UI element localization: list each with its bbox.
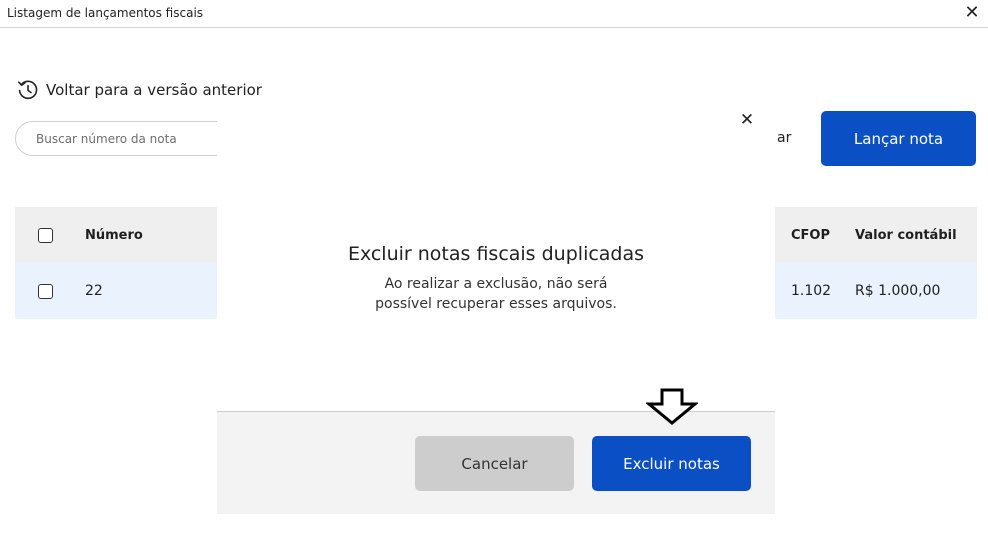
dialog-footer: Cancelar Excluir notas [217,411,775,514]
delete-notes-button[interactable]: Excluir notas [592,436,751,491]
row-select-cell [38,263,53,319]
header-cfop[interactable]: CFOP [791,207,830,263]
row-cfop: 1.102 [791,283,832,299]
dialog-close-icon[interactable]: ✕ [737,110,757,130]
back-to-previous-version-link[interactable]: Voltar para a versão anterior [16,78,262,102]
cancel-button[interactable]: Cancelar [415,436,574,491]
select-all-cell [38,207,53,263]
row-valor-contabil: R$ 1.000,00 [855,283,941,299]
down-arrow-icon [646,388,698,425]
header-valor-contabil[interactable]: Valor contábil [855,207,957,263]
dialog-description: Ao realizar a exclusão, não será possíve… [375,276,617,312]
delete-duplicates-dialog: ✕ Excluir notas fiscais duplicadas Ao re… [217,100,775,514]
history-icon [18,80,38,100]
dialog-title: Excluir notas fiscais duplicadas [347,243,645,265]
window-titlebar: Listagem de lançamentos fiscais ✕ [0,0,988,28]
back-link-label: Voltar para a versão anterior [46,81,262,99]
header-numero[interactable]: Número [85,207,143,263]
row-checkbox[interactable] [38,283,53,299]
row-numero: 22 [85,283,103,299]
select-all-checkbox[interactable] [38,227,53,243]
window-title: Listagem de lançamentos fiscais [7,6,204,20]
launch-note-button[interactable]: Lançar nota [821,111,976,166]
window-close-icon[interactable]: ✕ [962,3,982,23]
partially-hidden-button-label[interactable]: ar [777,130,791,146]
